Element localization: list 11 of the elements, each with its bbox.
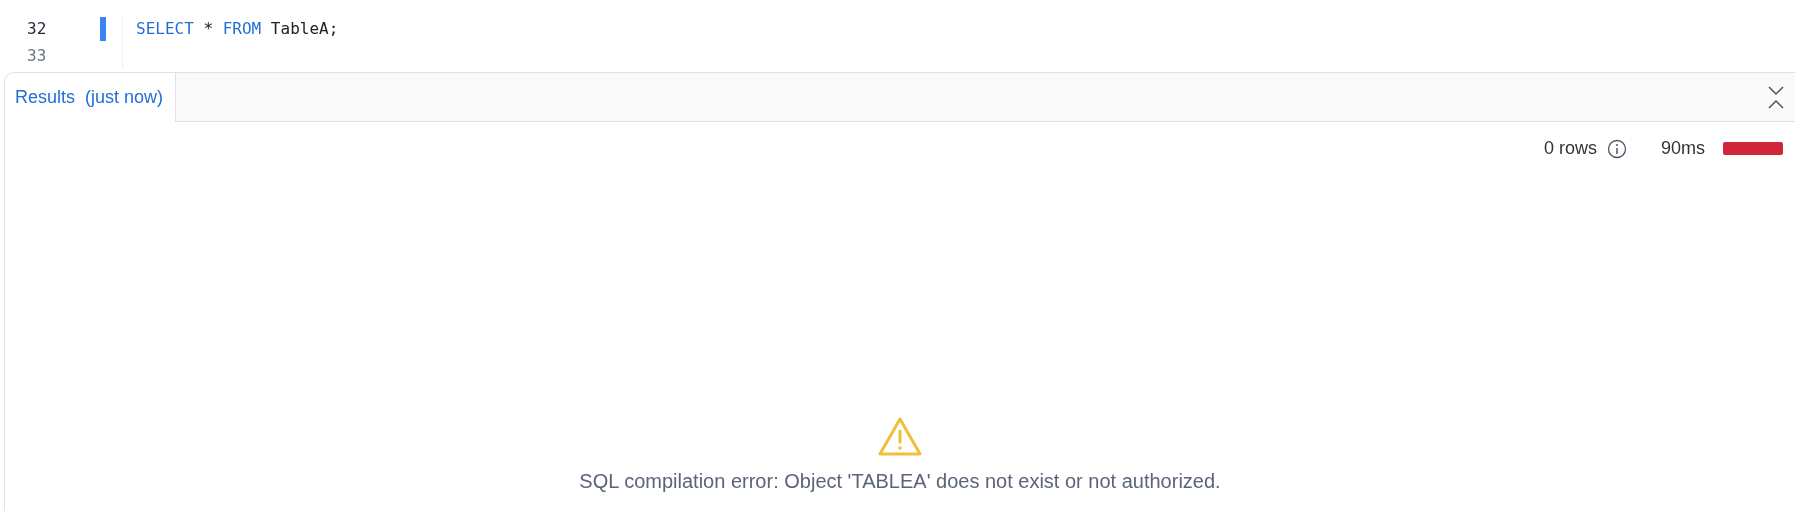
duration-bar bbox=[1723, 142, 1783, 155]
duration: 90ms bbox=[1661, 138, 1705, 159]
row-count: 0 rows bbox=[1543, 138, 1597, 159]
info-icon[interactable] bbox=[1607, 138, 1627, 159]
line-number: 32 bbox=[27, 19, 48, 38]
code-line: SELECT * FROM TableA; bbox=[136, 19, 339, 38]
line-number: 33 bbox=[27, 46, 48, 65]
error-message: SQL compilation error: Object 'TABLEA' does not exist or not authorized. bbox=[579, 470, 1221, 493]
results-tab[interactable]: Results (just now) bbox=[5, 73, 177, 122]
collapse-icon[interactable] bbox=[1767, 85, 1785, 111]
warning-icon bbox=[877, 416, 923, 458]
